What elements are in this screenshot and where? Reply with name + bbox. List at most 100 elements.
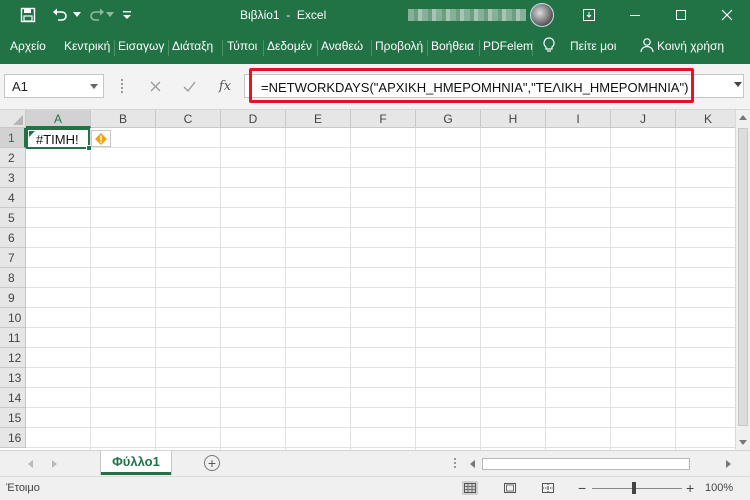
scroll-left-icon[interactable] — [470, 460, 475, 468]
gridline-vertical — [285, 128, 286, 450]
zoom-slider-thumb[interactable] — [632, 482, 636, 494]
gridline-vertical — [155, 128, 156, 450]
undo-icon[interactable] — [48, 0, 72, 30]
share-user-icon[interactable] — [639, 37, 655, 56]
avatar[interactable] — [530, 3, 554, 27]
row-header[interactable]: 7 — [0, 248, 26, 268]
scroll-down-icon[interactable] — [739, 440, 747, 445]
tab-separator — [168, 40, 169, 56]
row-header[interactable]: 3 — [0, 168, 26, 188]
tab-pdfelement[interactable]: PDFelem — [483, 39, 533, 53]
add-sheet-button[interactable]: + — [204, 455, 220, 471]
tab-split-handle[interactable] — [454, 458, 456, 470]
cell-a1[interactable]: #ΤΙΜΗ! — [26, 128, 92, 151]
row-header[interactable]: 6 — [0, 228, 26, 248]
column-header[interactable]: D — [221, 110, 286, 128]
horizontal-scroll-thumb[interactable] — [482, 458, 690, 470]
next-sheet-icon[interactable] — [52, 460, 57, 468]
share-button[interactable]: Κοινή χρήση — [657, 39, 724, 53]
column-header[interactable]: E — [286, 110, 351, 128]
resize-handle[interactable] — [121, 79, 123, 93]
save-icon[interactable] — [14, 0, 42, 30]
gridline-horizontal — [26, 347, 735, 348]
zoom-level[interactable]: 100% — [705, 482, 733, 494]
row-header[interactable]: 2 — [0, 148, 26, 168]
prev-sheet-icon[interactable] — [28, 460, 33, 468]
row-header[interactable]: 9 — [0, 288, 26, 308]
select-all-button[interactable] — [0, 110, 26, 128]
tab-insert[interactable]: Εισαγωγ — [118, 39, 164, 53]
tab-review[interactable]: Αναθεώ — [321, 39, 363, 53]
tab-view[interactable]: Προβολή — [375, 39, 423, 53]
column-header[interactable]: G — [416, 110, 481, 128]
tab-separator — [427, 40, 428, 56]
sheet-tab-1[interactable]: Φύλλο1 — [101, 451, 171, 475]
tab-layout[interactable]: Διάταξη — [172, 39, 213, 53]
column-header[interactable]: F — [351, 110, 416, 128]
redo-icon[interactable] — [86, 0, 108, 30]
tab-separator — [222, 40, 223, 56]
column-header[interactable]: I — [546, 110, 611, 128]
insert-function-icon[interactable]: fx — [210, 74, 240, 98]
row-header[interactable]: 11 — [0, 328, 26, 348]
lightbulb-icon[interactable] — [542, 37, 556, 56]
vertical-scrollbar[interactable] — [735, 110, 750, 450]
error-warning-icon[interactable] — [91, 130, 111, 147]
row-header[interactable]: 10 — [0, 308, 26, 328]
row-header[interactable]: 14 — [0, 388, 26, 408]
gridline-horizontal — [26, 327, 735, 328]
undo-dropdown-icon[interactable] — [72, 0, 82, 30]
gridline-horizontal — [26, 267, 735, 268]
enter-check-icon[interactable] — [174, 74, 204, 98]
scroll-up-icon[interactable] — [739, 115, 747, 120]
row-header[interactable]: 15 — [0, 408, 26, 428]
customize-quick-access-icon[interactable] — [120, 0, 134, 30]
cancel-icon[interactable] — [140, 74, 170, 98]
tab-file[interactable]: Αρχείο — [10, 39, 46, 53]
chevron-down-icon[interactable] — [90, 84, 98, 89]
gridline-horizontal — [26, 147, 735, 148]
gridline-horizontal — [26, 187, 735, 188]
name-box[interactable]: A1 — [4, 74, 104, 98]
column-header[interactable]: B — [91, 110, 156, 128]
zoom-out-button[interactable]: − — [578, 480, 586, 496]
vertical-scroll-thumb[interactable] — [738, 128, 748, 426]
gridline-horizontal — [26, 307, 735, 308]
row-header[interactable]: 5 — [0, 208, 26, 228]
row-header[interactable]: 12 — [0, 348, 26, 368]
close-button[interactable] — [704, 0, 750, 30]
tell-me-box[interactable]: Πείτε μοι — [570, 39, 616, 53]
zoom-in-button[interactable]: + — [686, 480, 694, 496]
worksheet-grid[interactable]: ABCDEFGHIJK 1 2 3 4 5 6 7 8 9 10 11 12 13 14 15 16 #ΤΙΜ… — [0, 110, 735, 450]
column-header[interactable]: H — [481, 110, 546, 128]
row-header[interactable]: 4 — [0, 188, 26, 208]
tab-separator — [317, 40, 318, 56]
page-break-view-icon[interactable] — [540, 481, 556, 495]
minimize-button[interactable] — [612, 0, 658, 30]
column-header[interactable]: J — [611, 110, 676, 128]
horizontal-scrollbar[interactable] — [466, 457, 735, 471]
maximize-button[interactable] — [658, 0, 704, 30]
zoom-slider[interactable] — [592, 488, 682, 489]
scroll-right-icon[interactable] — [726, 460, 731, 468]
expand-formula-bar-icon[interactable] — [734, 82, 742, 87]
tab-help[interactable]: Βοήθεια — [431, 39, 474, 53]
tab-home[interactable]: Κεντρική — [64, 39, 110, 53]
normal-view-icon[interactable] — [462, 481, 478, 495]
gridline-vertical — [545, 128, 546, 450]
row-header[interactable]: 8 — [0, 268, 26, 288]
column-header[interactable]: C — [156, 110, 221, 128]
row-header[interactable]: 16 — [0, 428, 26, 448]
column-header[interactable]: K — [676, 110, 735, 128]
tab-data[interactable]: Δεδομέν — [267, 39, 312, 53]
tab-formulas[interactable]: Τύποι — [227, 39, 257, 53]
ribbon-display-options-icon[interactable] — [566, 0, 612, 30]
column-header[interactable]: A — [26, 110, 91, 128]
row-header[interactable]: 1 — [0, 128, 26, 148]
redo-dropdown-icon[interactable] — [106, 0, 114, 30]
row-header[interactable]: 13 — [0, 368, 26, 388]
page-layout-view-icon[interactable] — [502, 481, 518, 495]
gridline-horizontal — [26, 167, 735, 168]
ribbon-tab-bar: Αρχείο Κεντρική Εισαγωγ Διάταξη Τύποι Δε… — [0, 30, 750, 64]
gridline-horizontal — [26, 447, 735, 448]
